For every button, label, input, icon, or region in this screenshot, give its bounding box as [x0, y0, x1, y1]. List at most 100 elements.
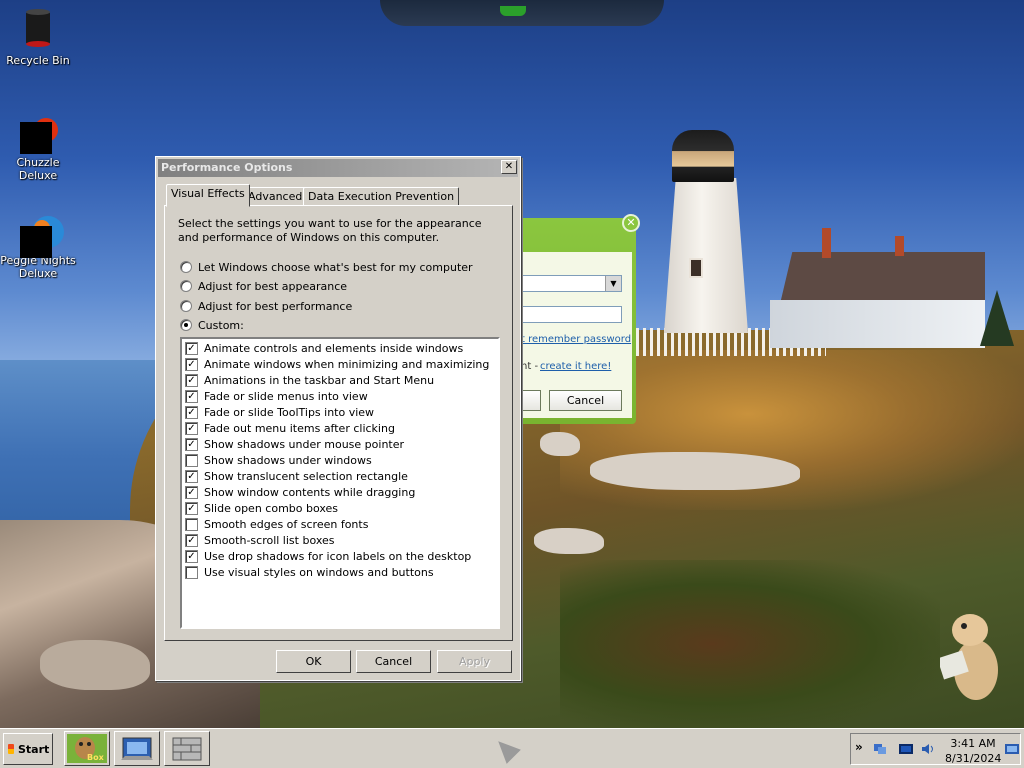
checkbox-label: Animate windows when minimizing and maxi…: [204, 357, 490, 371]
clock-date: 8/31/2024: [945, 752, 1002, 765]
firewall-icon: [172, 737, 202, 761]
checkbox[interactable]: ✓: [185, 469, 198, 483]
volume-icon[interactable]: [921, 743, 935, 755]
desktop-icon-chuzzle[interactable]: Chuzzle Deluxe: [0, 116, 76, 182]
tab-advanced[interactable]: Advanced: [243, 187, 308, 206]
quick-launch-gamehouse[interactable]: Box: [64, 731, 110, 766]
quick-launch-firewall[interactable]: [164, 731, 210, 766]
checkbox[interactable]: ✓: [185, 485, 198, 499]
quick-launch-show-desktop[interactable]: [114, 731, 160, 766]
dialog-titlebar[interactable]: Performance Options: [158, 159, 518, 177]
list-item[interactable]: Show shadows under windows: [185, 452, 372, 468]
chuzzle-icon: [20, 116, 58, 154]
desktop-icon-peggle[interactable]: Peggle Nights Deluxe: [0, 214, 76, 280]
intro-text: Select the settings you want to use for …: [178, 217, 482, 244]
checkbox[interactable]: ✓: [185, 421, 198, 435]
checkbox[interactable]: ✓: [185, 437, 198, 451]
checkbox[interactable]: [185, 565, 198, 579]
list-item[interactable]: ✓ Show translucent selection rectangle: [185, 468, 408, 484]
apply-button[interactable]: Apply: [437, 650, 512, 673]
lighthouse-window: [689, 258, 703, 278]
recycle-bin-icon: [20, 6, 56, 47]
account-select[interactable]: ▼: [520, 275, 622, 292]
password-field[interactable]: [520, 306, 622, 323]
tray-expand-icon[interactable]: »: [855, 740, 863, 754]
peggle-icon: [20, 214, 64, 258]
list-item[interactable]: ✓ Slide open combo boxes: [185, 500, 338, 516]
radio-label: Custom:: [198, 318, 244, 332]
checkbox[interactable]: ✓: [185, 389, 198, 403]
account-text: nt -: [521, 361, 539, 372]
tab-visual-effects[interactable]: Visual Effects: [166, 184, 250, 207]
list-item[interactable]: Smooth edges of screen fonts: [185, 516, 368, 532]
radio-button[interactable]: [180, 280, 192, 292]
rock: [540, 432, 580, 456]
lighthouse-lamp: [672, 130, 734, 182]
list-item[interactable]: Use visual styles on windows and buttons: [185, 564, 434, 580]
list-item[interactable]: ✓ Fade out menu items after clicking: [185, 420, 395, 436]
radio-button[interactable]: [180, 300, 192, 312]
list-item[interactable]: ✓ Show window contents while dragging: [185, 484, 415, 500]
list-item[interactable]: ✓ Fade or slide menus into view: [185, 388, 368, 404]
list-item[interactable]: ✓ Animate windows when minimizing and max…: [185, 356, 489, 372]
dialog-close-button[interactable]: ✕: [501, 160, 517, 174]
checkbox-label: Smooth edges of screen fonts: [204, 517, 369, 531]
radio-option[interactable]: Custom:: [180, 317, 244, 333]
lighthouse: [664, 178, 748, 333]
checkbox-label: Use visual styles on windows and buttons: [204, 565, 434, 579]
close-icon: ✕: [626, 216, 636, 229]
shrubs: [560, 560, 940, 728]
dialog-title: Performance Options: [161, 161, 293, 174]
radio-label: Adjust for best performance: [198, 299, 353, 313]
checkbox[interactable]: ✓: [185, 501, 198, 515]
list-item[interactable]: ✓ Show shadows under mouse pointer: [185, 436, 404, 452]
checkbox[interactable]: ✓: [185, 533, 198, 547]
checkbox-label: Fade or slide ToolTips into view: [204, 405, 375, 419]
chevron-down-icon[interactable]: ▼: [605, 276, 621, 291]
radio-label: Adjust for best appearance: [198, 279, 348, 293]
radio-option[interactable]: Let Windows choose what's best for my co…: [180, 259, 473, 275]
checkbox[interactable]: ✓: [185, 373, 198, 387]
list-item[interactable]: ✓ Smooth-scroll list boxes: [185, 532, 335, 548]
close-icon: ✕: [504, 161, 514, 172]
checkbox[interactable]: ✓: [185, 357, 198, 371]
rock: [534, 528, 604, 554]
performance-options-dialog: Performance Options ✕ Visual Effects Adv…: [155, 156, 521, 681]
checkbox-label: Show window contents while dragging: [204, 485, 416, 499]
list-item[interactable]: ✓ Animations in the taskbar and Start Men…: [185, 372, 434, 388]
checkbox[interactable]: ✓: [185, 405, 198, 419]
login-button[interactable]: [521, 390, 541, 411]
hamster-mascot-icon: [940, 614, 998, 700]
list-item[interactable]: ✓ Animate controls and elements inside wi…: [185, 340, 463, 356]
list-item[interactable]: ✓ Use drop shadows for icon labels on the…: [185, 548, 471, 564]
login-close-button[interactable]: ✕: [622, 214, 640, 232]
checkbox[interactable]: [185, 517, 198, 531]
checkbox[interactable]: [185, 453, 198, 467]
house-body: [770, 300, 985, 348]
checkbox-label: Fade or slide menus into view: [204, 389, 368, 403]
cancel-button[interactable]: Cancel: [356, 650, 431, 673]
checkbox[interactable]: ✓: [185, 341, 198, 355]
desktop-icon-recycle-bin[interactable]: Recycle Bin: [0, 6, 76, 67]
checkbox[interactable]: ✓: [185, 549, 198, 563]
display-icon[interactable]: [899, 743, 913, 755]
notch-indicator: [500, 6, 526, 16]
rock: [590, 452, 800, 490]
tab-data-execution-prevention[interactable]: Data Execution Prevention: [303, 187, 460, 206]
remember-password-link[interactable]: t remember password: [521, 334, 631, 345]
list-item[interactable]: ✓ Fade or slide ToolTips into view: [185, 404, 374, 420]
radio-button[interactable]: [180, 261, 192, 273]
monitor-icon[interactable]: [1005, 743, 1019, 755]
ok-button[interactable]: OK: [276, 650, 351, 673]
checkbox-label: Slide open combo boxes: [204, 501, 339, 515]
visual-effects-list[interactable]: ✓ Animate controls and elements inside wi…: [180, 337, 500, 629]
radio-button[interactable]: [180, 319, 192, 331]
desktop-icon-label: Recycle Bin: [6, 54, 70, 67]
login-cancel-button[interactable]: Cancel: [549, 390, 622, 411]
radio-option[interactable]: Adjust for best appearance: [180, 278, 347, 294]
network-icon[interactable]: [873, 743, 887, 755]
create-account-link[interactable]: create it here!: [540, 361, 611, 372]
radio-option[interactable]: Adjust for best performance: [180, 298, 352, 314]
start-button[interactable]: Start: [3, 733, 53, 765]
clock[interactable]: 3:41 AM 8/31/2024: [945, 736, 1001, 766]
